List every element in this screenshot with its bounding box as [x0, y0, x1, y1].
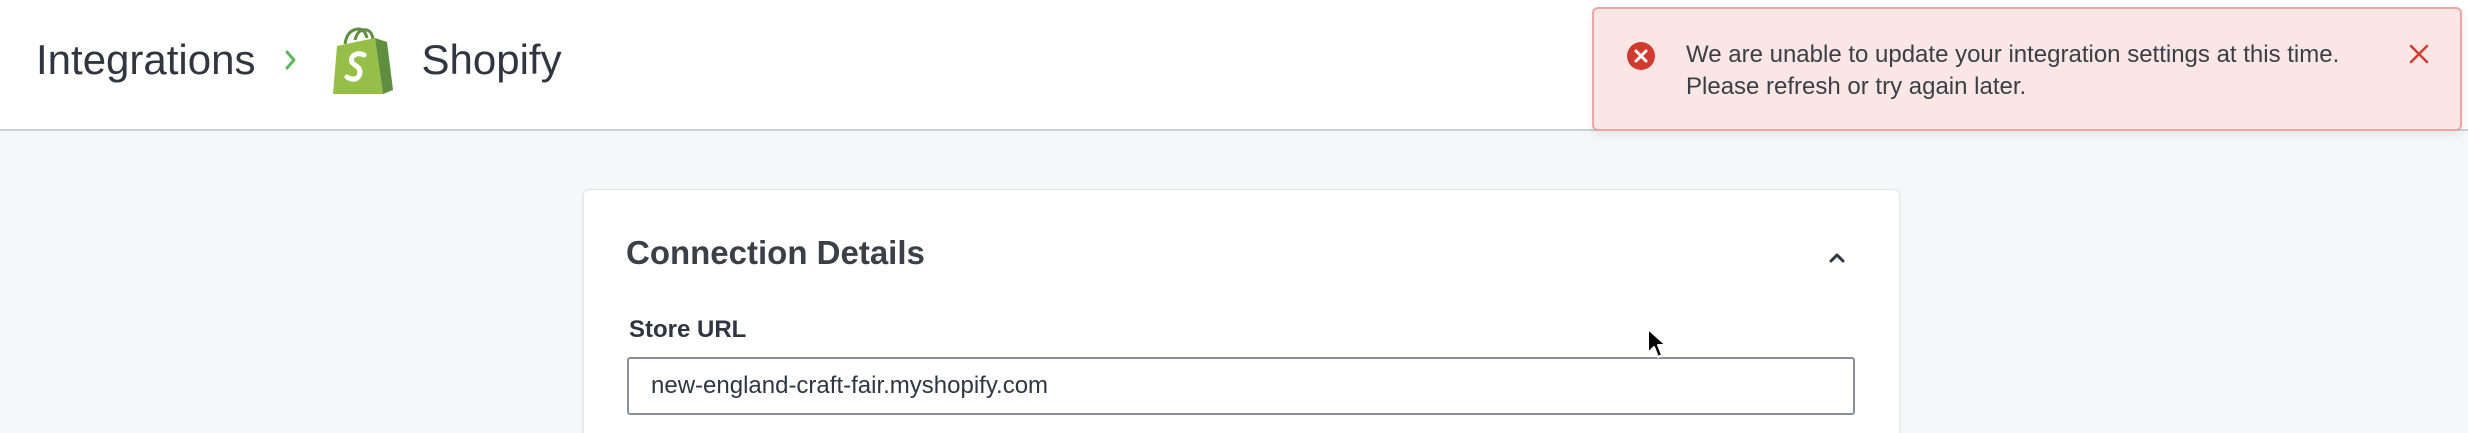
close-icon[interactable]: [2406, 41, 2432, 67]
breadcrumb-integrations-link[interactable]: Integrations: [36, 36, 255, 84]
mouse-pointer-icon: [1646, 327, 1668, 361]
shopify-bag-icon: [331, 24, 395, 96]
chevron-right-icon: [281, 40, 301, 80]
error-circle-x-icon: [1626, 41, 1656, 71]
breadcrumb-current-page: Shopify: [421, 36, 562, 83]
store-url-label: Store URL: [629, 316, 747, 343]
chevron-up-icon[interactable]: [1825, 246, 1849, 270]
card-title: Connection Details: [626, 234, 925, 271]
breadcrumb: Integrations Shopify: [36, 20, 562, 100]
store-url-input[interactable]: [627, 357, 1855, 415]
error-toast: We are unable to update your integration…: [1592, 7, 2462, 131]
toast-message: We are unable to update your integration…: [1686, 41, 2340, 100]
page: Integrations Shopify We are unable to up…: [0, 0, 2468, 433]
connection-details-card: Connection Details Store URL: [583, 189, 1900, 433]
